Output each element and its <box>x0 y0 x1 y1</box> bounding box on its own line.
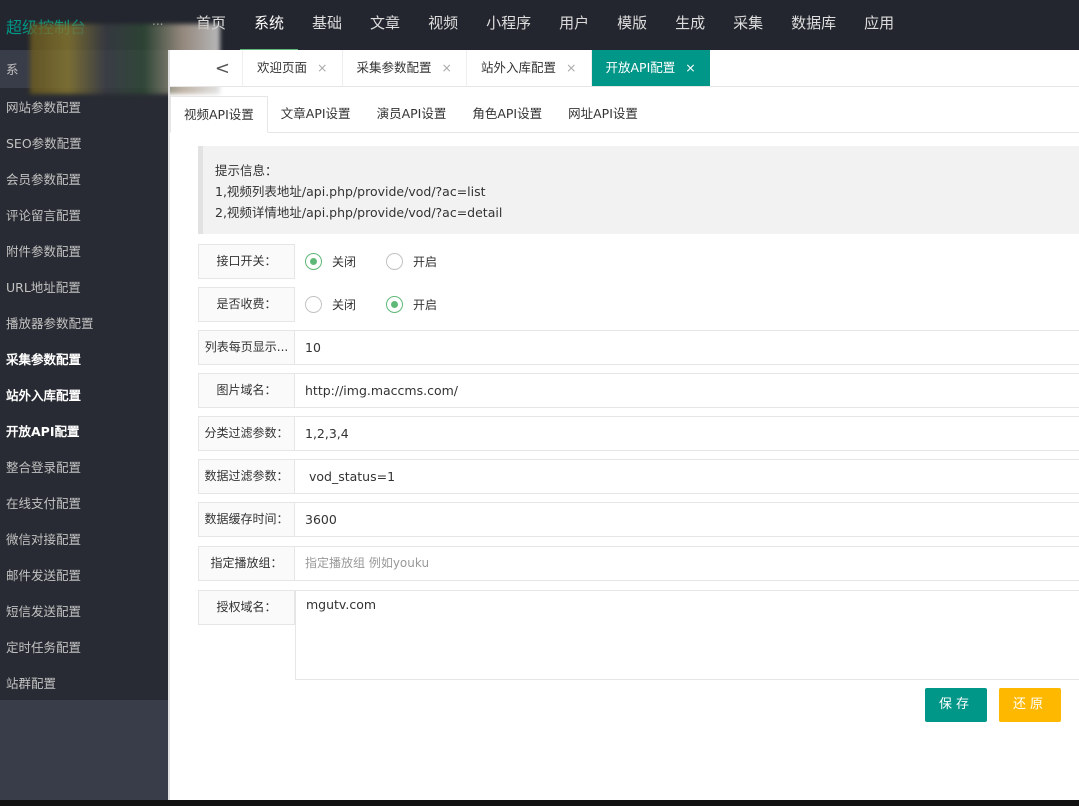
sidebar-item[interactable]: 邮件发送配置 <box>0 556 168 592</box>
switch-radio-group: 关闭 开启 <box>295 244 467 279</box>
charge-label: 是否收费： <box>198 287 295 322</box>
radio-circle-icon <box>386 296 404 313</box>
tab-item[interactable]: 欢迎页面 × <box>242 50 342 86</box>
sidebar-item[interactable]: SEO参数配置 <box>0 124 168 160</box>
main-content: < 欢迎页面 × 采集参数配置 × 站外入库配置 × 开放API配置 × 视频API设置 文章A… <box>168 50 1079 800</box>
charge-row: 是否收费： 关闭 开启 <box>198 287 1079 322</box>
sidebar-item[interactable]: 整合登录配置 <box>0 448 168 484</box>
playfrom-input[interactable]: 指定播放组 例如youku <box>295 546 1079 581</box>
tip-line: 2,视频详情地址/api.php/provide/vod/?ac=detail <box>215 205 503 220</box>
radio-circle-icon <box>386 253 404 270</box>
playfrom-label: 指定播放组： <box>198 546 295 581</box>
switch-label: 接口开关： <box>198 244 295 279</box>
nav-item[interactable]: 系统 <box>240 0 299 54</box>
radio-option[interactable]: 关闭 <box>305 253 356 270</box>
reset-button[interactable]: 还原 <box>999 688 1061 722</box>
subtab[interactable]: 演员API设置 <box>364 96 460 132</box>
auth-textarea[interactable]: mgutv.com <box>295 590 1079 680</box>
radio-label: 开启 <box>413 255 438 269</box>
sidebar-item[interactable]: 会员参数配置 <box>0 160 168 196</box>
sidebar-item[interactable]: 微信对接配置 <box>0 520 168 556</box>
radio-label: 开启 <box>413 298 438 312</box>
radio-option[interactable]: 开启 <box>386 296 437 313</box>
typefilter-label: 分类过滤参数： <box>198 416 295 451</box>
cachetime-input[interactable]: 3600 <box>295 502 1079 537</box>
tip-line: 1,视频列表地址/api.php/provide/vod/?ac=list <box>215 184 486 199</box>
sidebar-item[interactable]: 评论留言配置 <box>0 196 168 232</box>
sidebar-item[interactable]: 开放API配置 <box>0 412 168 448</box>
nav-item[interactable]: 应用 <box>850 0 908 50</box>
radio-label: 关闭 <box>332 255 357 269</box>
subtab[interactable]: 视频API设置 <box>170 96 268 133</box>
tab-label: 站外入库配置 <box>481 60 557 75</box>
api-subtabs: 视频API设置 文章API设置 演员API设置 角色API设置 网址API设置 <box>170 96 1079 133</box>
close-icon[interactable]: × <box>685 60 695 75</box>
tab-item[interactable]: 采集参数配置 × <box>341 50 467 86</box>
typefilter-input[interactable]: 1,2,3,4 <box>295 416 1079 451</box>
sidebar-item[interactable]: 站外入库配置 <box>0 376 168 412</box>
nav-item[interactable]: 小程序 <box>472 0 545 50</box>
nav-item[interactable]: 生成 <box>661 0 719 50</box>
datafilter-input[interactable]: vod_status=1 <box>295 459 1079 494</box>
nav-item[interactable]: 文章 <box>356 0 414 50</box>
imgdomain-input[interactable]: http://img.maccms.com/ <box>295 373 1079 408</box>
save-button[interactable]: 保存 <box>925 688 987 722</box>
bottom-edge <box>0 800 1079 806</box>
subtab[interactable]: 角色API设置 <box>459 96 555 132</box>
tab-label: 欢迎页面 <box>257 60 308 75</box>
tip-title: 提示信息： <box>215 163 278 178</box>
pagesize-input[interactable]: 10 <box>295 330 1079 365</box>
tip-box: 提示信息： 1,视频列表地址/api.php/provide/vod/?ac=l… <box>198 146 1079 234</box>
radio-option[interactable]: 开启 <box>386 253 437 270</box>
radio-option[interactable]: 关闭 <box>305 296 356 313</box>
radio-circle-icon <box>305 296 322 313</box>
sidebar-item[interactable]: 附件参数配置 <box>0 232 168 268</box>
top-nav: 首页 系统 基础 文章 视频 小程序 用户 模版 生成 采集 数据库 应用 <box>182 0 908 54</box>
radio-label: 关闭 <box>332 298 357 312</box>
auth-label: 授权域名： <box>198 590 295 625</box>
subtab[interactable]: 网址API设置 <box>555 96 651 132</box>
tabs-prev-button[interactable]: < <box>170 50 242 86</box>
nav-item[interactable]: 视频 <box>414 0 472 50</box>
tab-item[interactable]: 开放API配置 × <box>590 50 710 86</box>
nav-item[interactable]: 模版 <box>603 0 661 50</box>
switch-row: 接口开关： 关闭 开启 <box>198 244 1079 279</box>
charge-radio-group: 关闭 开启 <box>295 287 467 322</box>
nav-item[interactable]: 采集 <box>719 0 777 50</box>
sidebar-item[interactable]: 播放器参数配置 <box>0 304 168 340</box>
close-icon[interactable]: × <box>566 60 576 75</box>
sidebar-item[interactable]: 采集参数配置 <box>0 340 168 376</box>
sidebar-item[interactable]: 在线支付配置 <box>0 484 168 520</box>
sidebar-item[interactable]: 定时任务配置 <box>0 628 168 664</box>
nav-item[interactable]: 用户 <box>545 0 603 50</box>
tab-item[interactable]: 站外入库配置 × <box>466 50 591 86</box>
nav-item[interactable]: 基础 <box>298 0 356 50</box>
sidebar-item[interactable]: URL地址配置 <box>0 268 168 304</box>
tab-label: 采集参数配置 <box>356 60 432 75</box>
imgdomain-label: 图片域名： <box>198 373 295 408</box>
tab-label: 开放API配置 <box>605 60 676 75</box>
close-icon[interactable]: × <box>317 60 327 75</box>
sidebar-item[interactable]: 短信发送配置 <box>0 592 168 628</box>
close-icon[interactable]: × <box>442 60 452 75</box>
page-tabs: < 欢迎页面 × 采集参数配置 × 站外入库配置 × 开放API配置 × <box>170 50 1079 87</box>
nav-item[interactable]: 数据库 <box>777 0 850 50</box>
subtab[interactable]: 文章API设置 <box>268 96 364 132</box>
cachetime-label: 数据缓存时间： <box>198 502 295 537</box>
pagesize-label: 列表每页显示... <box>198 330 295 365</box>
sidebar: 系网站参数配置 SEO参数配置 会员参数配置 评论留言配置 附件参数配置 URL地址配置播… <box>0 50 168 800</box>
radio-circle-icon <box>305 253 322 270</box>
datafilter-label: 数据过滤参数： <box>198 459 295 494</box>
sidebar-item[interactable]: 站群配置 <box>0 664 168 700</box>
